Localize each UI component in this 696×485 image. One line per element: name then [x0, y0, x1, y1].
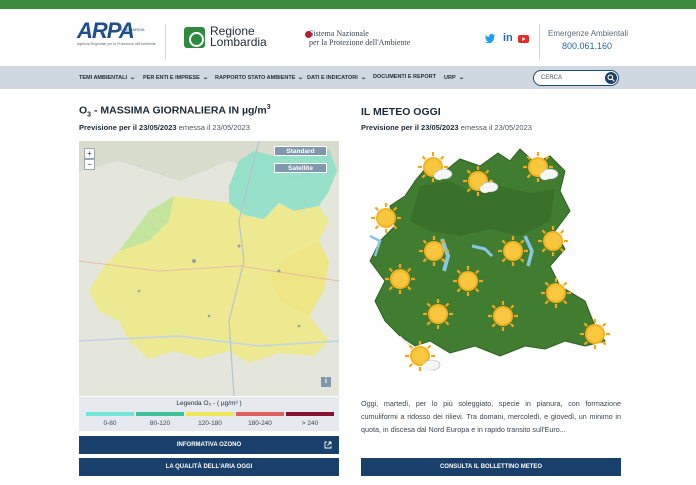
meteo-map-graphic	[369, 148, 612, 373]
legend-label: 0-80	[103, 420, 117, 427]
rl-line2: Lombardia	[210, 35, 267, 49]
chevron-down-icon: ⌄	[359, 75, 367, 81]
search-input[interactable]: CERCA	[541, 75, 562, 81]
ozone-map-graphic	[79, 141, 339, 396]
nav-documenti-report[interactable]: DOCUMENTI E REPORT	[373, 74, 436, 80]
map-info-button[interactable]: i	[321, 377, 331, 387]
twitter-icon[interactable]	[485, 34, 495, 43]
map-satellite-button[interactable]: Satellite	[274, 163, 327, 173]
informativa-ozono-button[interactable]: INFORMATIVA OZONO	[79, 436, 339, 454]
rose-camuna-icon	[184, 26, 205, 48]
legend-label: 80-120	[149, 420, 171, 427]
snpa-mark-icon	[305, 31, 312, 38]
meteo-description: Oggi, martedì, per lo più soleggiato, sp…	[361, 399, 621, 434]
linkedin-icon[interactable]: in	[503, 32, 513, 44]
nav-temi-ambientali[interactable]: TEMI AMBIENTALI ⌄	[79, 74, 136, 81]
top-green-bar	[0, 0, 696, 9]
legend-swatch-120-180	[186, 412, 234, 416]
chevron-down-icon: ⌄	[129, 75, 136, 81]
ozone-map[interactable]	[79, 141, 339, 396]
legend-label: > 240	[301, 420, 319, 427]
snpa-line2: per la Protezione dell'Ambiente	[309, 37, 411, 47]
search-button[interactable]	[605, 72, 617, 84]
external-link-icon	[324, 441, 332, 449]
emergency-label: Emergenze Ambientali	[548, 29, 629, 38]
bollettino-meteo-button[interactable]: CONSULTA IL BOLLETTINO METEO	[361, 458, 621, 476]
legend-label: 180-240	[248, 420, 272, 427]
legend-swatch-over-240	[286, 412, 334, 416]
search-icon	[607, 74, 615, 82]
ozone-title: O3 - MASSIMA GIORNALIERA IN µg/m3	[79, 104, 271, 119]
header-divider-2	[539, 24, 540, 60]
arpa-region: LOMBARDIA	[121, 27, 145, 32]
legend-swatch-0-80	[86, 412, 134, 416]
meteo-title: IL METEO OGGI	[361, 106, 441, 118]
map-standard-button[interactable]: Standard	[274, 146, 327, 156]
chevron-down-icon: ⌄	[457, 75, 465, 81]
ozone-forecast-date: Previsione per il 23/05/2023 emessa il 2…	[79, 123, 250, 132]
legend-swatch-180-240	[236, 412, 284, 416]
meteo-forecast-date: Previsione per il 23/05/2023 emessa il 2…	[361, 123, 532, 132]
chevron-down-icon: ⌄	[202, 75, 209, 81]
legend-label: 120-180	[198, 420, 222, 427]
snpa-logo[interactable]: Sistema Nazionale per la Protezione dell…	[305, 29, 411, 47]
emergency-number[interactable]: 800.061.160	[562, 41, 612, 51]
chevron-down-icon: ⌄	[297, 75, 305, 81]
youtube-icon[interactable]	[518, 35, 529, 43]
zoom-out-button[interactable]: −	[84, 159, 95, 170]
arpa-subtitle: Agenzia Regionale per la Protezione dell…	[77, 42, 156, 46]
qualita-aria-button[interactable]: LA QUALITÀ DELL'ARIA OGGI	[79, 458, 339, 476]
legend-swatch-80-120	[136, 412, 184, 416]
arpa-logo[interactable]: ARPA LOMBARDIA Agenzia Regionale per la …	[77, 18, 162, 52]
regione-lombardia-logo[interactable]: Regione Lombardia	[184, 25, 267, 49]
nav-urp[interactable]: URP ⌄	[444, 74, 464, 81]
legend-title: Legenda O₃ - ( µg/m³ )	[176, 400, 242, 407]
nav-rapporto-stato[interactable]: RAPPORTO STATO AMBIENTE ⌄	[215, 74, 305, 81]
nav-enti-imprese[interactable]: PER ENTI E IMPRESE ⌄	[143, 74, 209, 81]
ozone-legend: Legenda O₃ - ( µg/m³ ) 0-80 80-120 120-1…	[79, 397, 339, 431]
header-divider	[165, 24, 166, 60]
search-box[interactable]: CERCA	[533, 70, 619, 86]
zoom-in-button[interactable]: +	[84, 148, 95, 159]
meteo-map[interactable]	[360, 141, 622, 381]
nav-dati-indicatori[interactable]: DATI E INDICATORI ⌄	[307, 74, 367, 81]
